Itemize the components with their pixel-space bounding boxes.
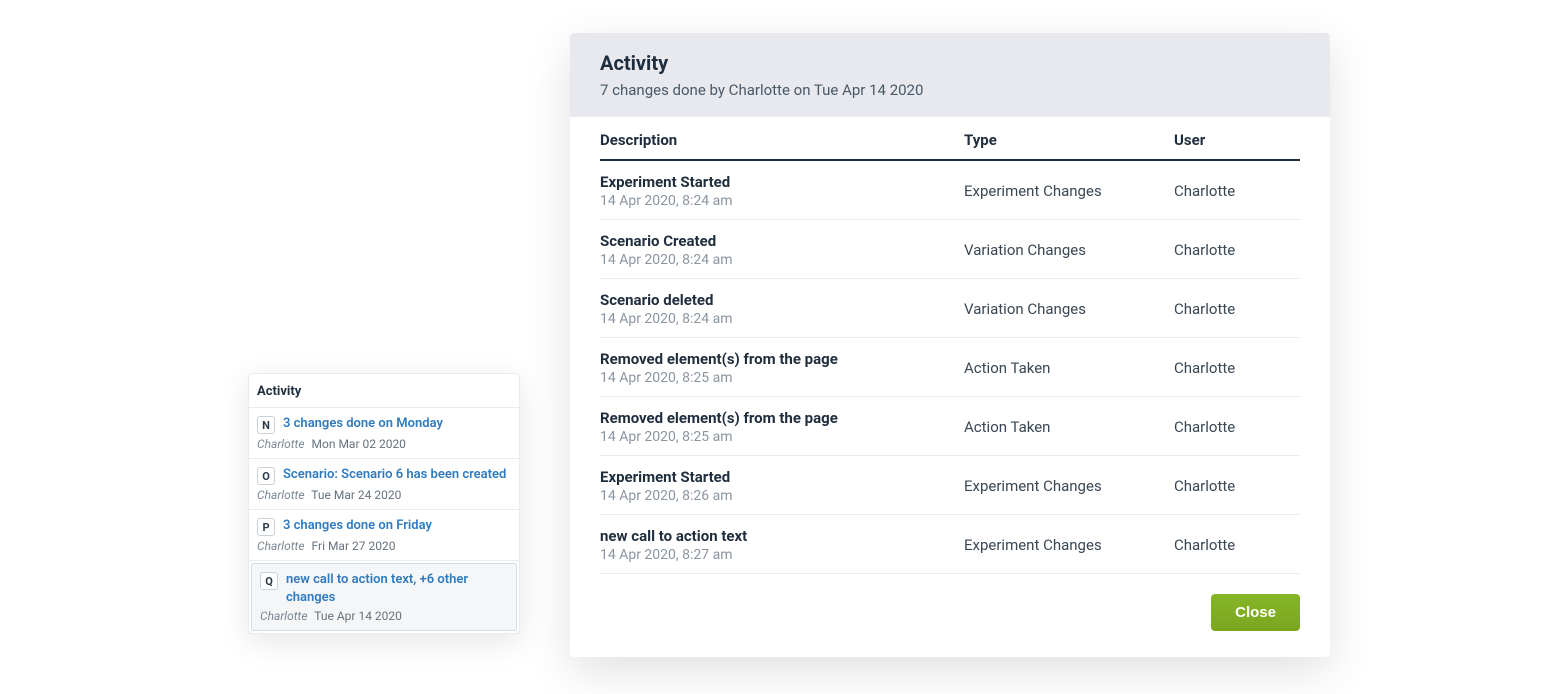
activity-item-date: Mon Mar 02 2020 — [312, 437, 406, 451]
activity-item-title: 3 changes done on Friday — [283, 517, 432, 535]
row-description-title: Scenario deleted — [600, 291, 964, 309]
activity-item-user: Charlotte — [257, 488, 305, 502]
activity-modal: Activity 7 changes done by Charlotte on … — [570, 33, 1330, 657]
row-user: Charlotte — [1174, 338, 1300, 397]
row-description-title: Experiment Started — [600, 173, 964, 191]
activity-item-title: Scenario: Scenario 6 has been created — [283, 466, 506, 484]
table-row: Experiment Started 14 Apr 2020, 8:26 am … — [600, 456, 1300, 515]
row-user: Charlotte — [1174, 397, 1300, 456]
activity-item[interactable]: Q new call to action text, +6 other chan… — [251, 563, 517, 631]
row-description-title: Scenario Created — [600, 232, 964, 250]
activity-item[interactable]: P 3 changes done on Friday Charlotte Fri… — [249, 510, 519, 561]
table-row: Experiment Started 14 Apr 2020, 8:24 am … — [600, 160, 1300, 220]
row-type: Experiment Changes — [964, 160, 1174, 220]
activity-item-user: Charlotte — [257, 539, 305, 553]
activity-badge-icon: P — [257, 518, 275, 536]
activity-modal-footer: Close — [570, 574, 1330, 657]
row-description-title: Removed element(s) from the page — [600, 350, 964, 368]
activity-item-date: Tue Mar 24 2020 — [311, 488, 401, 502]
activity-table: Description Type User Experiment Started… — [600, 117, 1300, 574]
activity-item-user: Charlotte — [257, 437, 305, 451]
activity-sidebar-list: N 3 changes done on Monday Charlotte Mon… — [249, 407, 519, 631]
row-user: Charlotte — [1174, 220, 1300, 279]
table-header-type: Type — [964, 117, 1174, 160]
activity-item-user: Charlotte — [260, 609, 308, 623]
row-user: Charlotte — [1174, 456, 1300, 515]
activity-modal-header: Activity 7 changes done by Charlotte on … — [570, 33, 1330, 117]
activity-item-date: Fri Mar 27 2020 — [312, 539, 396, 553]
activity-item-title: 3 changes done on Monday — [283, 415, 443, 433]
row-description-time: 14 Apr 2020, 8:25 am — [600, 370, 964, 386]
activity-item-title: new call to action text, +6 other change… — [286, 571, 508, 606]
table-header-user: User — [1174, 117, 1300, 160]
row-description-time: 14 Apr 2020, 8:25 am — [600, 429, 964, 445]
table-row: Removed element(s) from the page 14 Apr … — [600, 397, 1300, 456]
row-description-time: 14 Apr 2020, 8:24 am — [600, 193, 964, 209]
row-type: Experiment Changes — [964, 515, 1174, 574]
row-description-time: 14 Apr 2020, 8:27 am — [600, 547, 964, 563]
row-user: Charlotte — [1174, 515, 1300, 574]
row-type: Action Taken — [964, 338, 1174, 397]
activity-modal-subtitle: 7 changes done by Charlotte on Tue Apr 1… — [600, 81, 1300, 99]
row-type: Action Taken — [964, 397, 1174, 456]
row-description-time: 14 Apr 2020, 8:24 am — [600, 311, 964, 327]
table-row: Scenario deleted 14 Apr 2020, 8:24 am Va… — [600, 279, 1300, 338]
table-header-description: Description — [600, 117, 964, 160]
activity-item[interactable]: N 3 changes done on Monday Charlotte Mon… — [249, 408, 519, 459]
activity-badge-icon: Q — [260, 572, 278, 590]
row-type: Experiment Changes — [964, 456, 1174, 515]
row-user: Charlotte — [1174, 160, 1300, 220]
table-row: new call to action text 14 Apr 2020, 8:2… — [600, 515, 1300, 574]
activity-sidebar-card: Activity N 3 changes done on Monday Char… — [248, 373, 520, 634]
row-description-title: Removed element(s) from the page — [600, 409, 964, 427]
row-description-time: 14 Apr 2020, 8:24 am — [600, 252, 964, 268]
activity-sidebar-title: Activity — [249, 374, 519, 407]
activity-modal-title: Activity — [600, 51, 1300, 75]
activity-badge-icon: N — [257, 416, 275, 434]
table-row: Scenario Created 14 Apr 2020, 8:24 am Va… — [600, 220, 1300, 279]
row-type: Variation Changes — [964, 220, 1174, 279]
activity-item-date: Tue Apr 14 2020 — [314, 609, 402, 623]
activity-badge-icon: O — [257, 467, 275, 485]
close-button[interactable]: Close — [1211, 594, 1300, 631]
activity-item[interactable]: O Scenario: Scenario 6 has been created … — [249, 459, 519, 510]
activity-modal-body: Description Type User Experiment Started… — [570, 117, 1330, 574]
row-type: Variation Changes — [964, 279, 1174, 338]
row-user: Charlotte — [1174, 279, 1300, 338]
row-description-title: new call to action text — [600, 527, 964, 545]
row-description-time: 14 Apr 2020, 8:26 am — [600, 488, 964, 504]
row-description-title: Experiment Started — [600, 468, 964, 486]
table-row: Removed element(s) from the page 14 Apr … — [600, 338, 1300, 397]
